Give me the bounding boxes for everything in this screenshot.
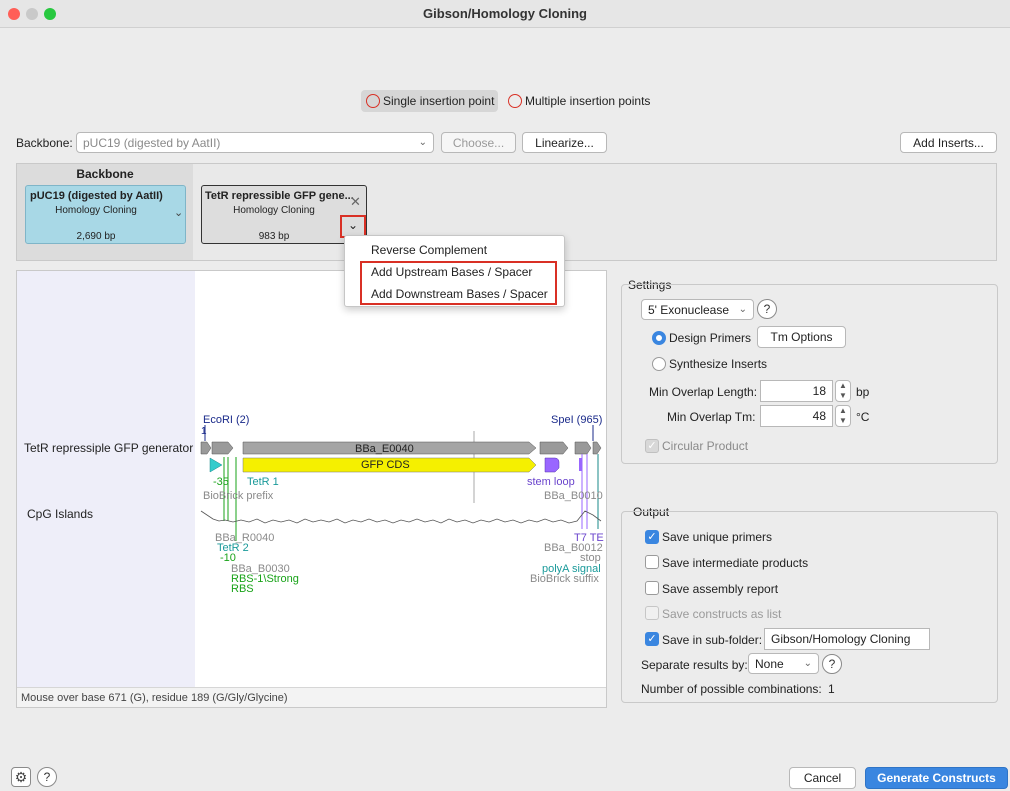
save-constructs-list-label: Save constructs as list: [662, 607, 782, 621]
minus35-label: -35: [213, 476, 229, 488]
single-insertion-label: Single insertion point: [383, 94, 495, 108]
backbone-card-method: Homology Cloning: [55, 205, 137, 216]
fragment-context-menu: Reverse Complement Add Upstream Bases / …: [344, 235, 565, 307]
min-overlap-tm-input[interactable]: 48: [760, 405, 833, 427]
stem-loop-label: stem loop: [527, 476, 575, 488]
design-primers-label: Design Primers: [669, 331, 752, 345]
save-subfolder-checkbox[interactable]: ✓: [645, 632, 659, 646]
menu-item-add-downstream[interactable]: Add Downstream Bases / Spacer: [371, 287, 548, 301]
feature-arrow: [200, 441, 212, 455]
gfp-cds-label: GFP CDS: [361, 459, 410, 471]
settings-group: 5' Exonuclease ⌄ ? Design Primers Tm Opt…: [621, 284, 998, 464]
min-overlap-tm-label: Min Overlap Tm:: [667, 410, 756, 424]
min-overlap-length-input[interactable]: 18: [760, 380, 833, 402]
close-icon[interactable]: ✕: [350, 194, 361, 210]
help-icon[interactable]: ?: [822, 654, 842, 674]
chevron-down-icon[interactable]: ⌄: [174, 206, 183, 219]
method-select[interactable]: 5' Exonuclease ⌄: [641, 299, 754, 320]
method-select-value: 5' Exonuclease: [648, 302, 730, 317]
stem-loop-shape: [544, 457, 560, 473]
track-label-cpg: CpG Islands: [27, 507, 94, 521]
design-primers-radio[interactable]: [652, 331, 666, 345]
separate-results-value: None: [755, 656, 784, 671]
backbone-card-name: pUC19 (digested by AatII): [30, 190, 163, 202]
backbone-card[interactable]: pUC19 (digested by AatII) Homology Cloni…: [25, 185, 186, 244]
tetr1-label: TetR 1: [247, 476, 279, 488]
circular-product-label: Circular Product: [662, 439, 749, 453]
multiple-insertion-radio[interactable]: [508, 94, 522, 108]
track-label-sequence: TetR repressiple GFP generator: [24, 441, 194, 455]
save-unique-primers-checkbox[interactable]: ✓: [645, 530, 659, 544]
rbs-label: RBS: [231, 583, 254, 595]
combinations-value: 1: [828, 682, 835, 696]
cpg-islands-trace: [200, 510, 602, 524]
feature-arrow: [539, 441, 569, 455]
tetr-arrow: [209, 457, 223, 473]
help-icon[interactable]: ?: [37, 767, 57, 787]
feature-arrow: [592, 441, 602, 455]
cancel-button[interactable]: Cancel: [789, 767, 856, 789]
save-assembly-report-label: Save assembly report: [662, 582, 779, 596]
map-panel: Mouse over base 671 (G), residue 189 (G/…: [16, 270, 607, 708]
combinations-label: Number of possible combinations:: [641, 682, 822, 696]
add-inserts-button[interactable]: Add Inserts...: [900, 132, 997, 153]
choose-button[interactable]: Choose...: [441, 132, 516, 153]
synthesize-inserts-label: Synthesize Inserts: [669, 357, 768, 371]
save-constructs-list-checkbox[interactable]: [645, 606, 659, 620]
insert-card-name: TetR repressible GFP gene...: [205, 190, 354, 202]
chevron-down-icon: ⌄: [738, 304, 747, 315]
feature-arrow: [574, 441, 592, 455]
backbone-select[interactable]: pUC19 (digested by AatII) ⌄: [76, 132, 434, 153]
biobrick-prefix-label: BioBrick prefix: [203, 490, 274, 502]
insert-card-size: 983 bp: [258, 231, 290, 242]
map-label-column: [17, 271, 195, 687]
biobrick-suffix-label: BioBrick suffix: [530, 573, 599, 585]
generate-constructs-button[interactable]: Generate Constructs: [865, 767, 1008, 789]
separate-results-label: Separate results by:: [641, 658, 748, 672]
linearize-button[interactable]: Linearize...: [522, 132, 607, 153]
backbone-card-size: 2,690 bp: [76, 231, 116, 242]
window-title: Gibson/Homology Cloning: [423, 6, 587, 21]
insert-card[interactable]: TetR repressible GFP gene... ✕ Homology …: [201, 185, 367, 244]
subfolder-name-input[interactable]: Gibson/Homology Cloning: [764, 628, 930, 650]
save-intermediate-checkbox[interactable]: [645, 555, 659, 569]
synthesize-inserts-radio[interactable]: [652, 357, 666, 371]
min-overlap-length-label: Min Overlap Length:: [649, 385, 758, 399]
single-insertion-option[interactable]: Single insertion point: [361, 90, 498, 112]
backbone-header: Backbone: [76, 167, 134, 181]
min-overlap-length-stepper[interactable]: ▲ ▼: [835, 380, 851, 402]
menu-item-reverse-complement[interactable]: Reverse Complement: [371, 243, 487, 257]
circular-product-checkbox[interactable]: ✓: [645, 439, 659, 453]
ecori-site-label: EcoRI (2): [203, 414, 250, 426]
chevron-down-icon: ⌄: [803, 658, 812, 669]
feature-arrow: [211, 441, 234, 455]
gear-icon[interactable]: ⚙: [11, 767, 31, 787]
backbone-select-value: pUC19 (digested by AatII): [83, 135, 221, 150]
save-intermediate-label: Save intermediate products: [662, 556, 809, 570]
multiple-insertion-option[interactable]: Multiple insertion points: [505, 90, 665, 112]
menu-item-add-upstream[interactable]: Add Upstream Bases / Spacer: [371, 265, 532, 279]
map-status-text: Mouse over base 671 (G), residue 189 (G/…: [21, 692, 288, 704]
bba-e0040-label: BBa_E0040: [355, 443, 414, 455]
insert-card-method: Homology Cloning: [233, 205, 315, 216]
min-overlap-tm-stepper[interactable]: ▲ ▼: [835, 405, 851, 427]
map-status-bar: Mouse over base 671 (G), residue 189 (G/…: [17, 687, 606, 707]
backbone-label: Backbone:: [16, 136, 73, 150]
separate-results-select[interactable]: None ⌄: [748, 653, 819, 674]
ecori-position-label: 1: [201, 426, 207, 437]
spei-site-label: SpeI (965): [551, 414, 603, 426]
single-insertion-radio[interactable]: [366, 94, 380, 108]
title-bar: Gibson/Homology Cloning: [0, 0, 1010, 28]
help-icon[interactable]: ?: [757, 299, 777, 319]
save-unique-primers-label: Save unique primers: [662, 530, 773, 544]
bba-b0010-label: BBa_B0010: [544, 490, 603, 502]
save-assembly-report-checkbox[interactable]: [645, 581, 659, 595]
save-subfolder-label: Save in sub-folder:: [662, 633, 763, 647]
bp-unit-label: bp: [856, 385, 870, 399]
multiple-insertion-label: Multiple insertion points: [525, 94, 651, 108]
tm-options-button[interactable]: Tm Options: [757, 326, 846, 348]
output-group: ✓ Save unique primers Save intermediate …: [621, 511, 998, 703]
chevron-down-icon: ⌄: [418, 137, 427, 148]
degc-unit-label: °C: [856, 410, 870, 424]
